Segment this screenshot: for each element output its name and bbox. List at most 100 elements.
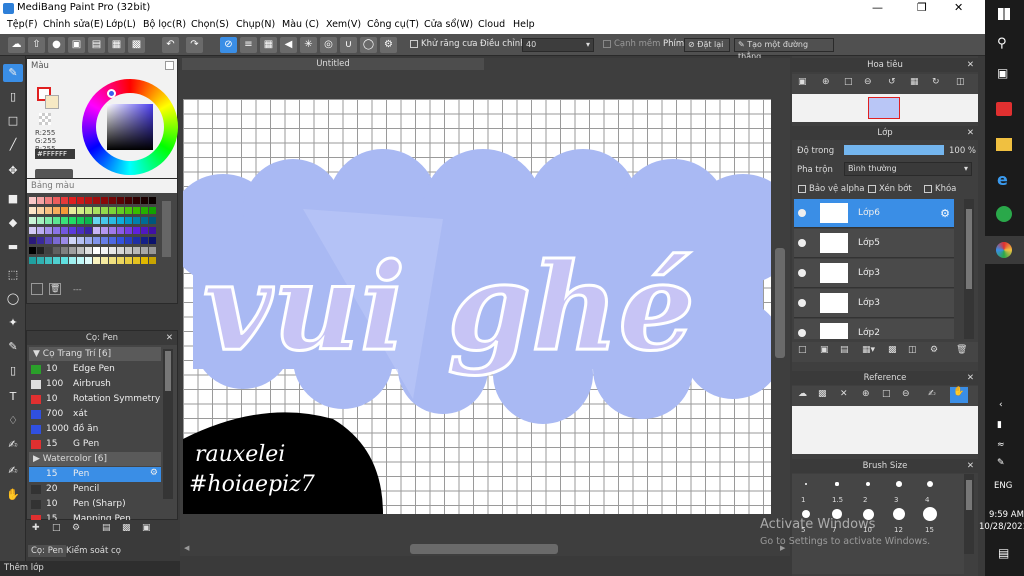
menu-select[interactable]: Chọn(S): [191, 19, 229, 30]
palette-swatch[interactable]: [141, 217, 148, 224]
flip-icon[interactable]: ◫: [956, 77, 965, 87]
palette-swatch[interactable]: [37, 197, 44, 204]
palette-swatch[interactable]: [85, 217, 92, 224]
brush-item[interactable]: 15 G Pen: [29, 437, 161, 452]
palette-swatch[interactable]: [69, 197, 76, 204]
palette-swatch[interactable]: [109, 237, 116, 244]
close-icon[interactable]: ✕: [967, 58, 974, 72]
close-icon[interactable]: ✕: [967, 371, 974, 385]
notification-icon[interactable]: ▤: [998, 546, 1009, 560]
menu-capture[interactable]: Chụp(N): [236, 19, 275, 30]
palette-swatch[interactable]: [85, 227, 92, 234]
clip-option[interactable]: Xén bớt: [868, 184, 912, 194]
brush-item[interactable]: 10 Pen (Sharp): [29, 497, 161, 512]
brush-item[interactable]: 20 Pencil: [29, 482, 161, 497]
palette-swatch[interactable]: [109, 247, 116, 254]
zoom-in-icon[interactable]: ⊕: [822, 77, 830, 87]
brush-item[interactable]: 1000 đồ ăn: [29, 422, 161, 437]
palette-swatch[interactable]: [133, 237, 140, 244]
palette-swatch[interactable]: [77, 207, 84, 214]
move-tool-icon[interactable]: ✥: [3, 162, 23, 180]
add-brush-icon[interactable]: ✚: [32, 523, 40, 533]
palette-swatch[interactable]: [77, 197, 84, 204]
layer-row[interactable]: Lớp5: [794, 229, 954, 258]
merge-icon[interactable]: ◫: [908, 345, 917, 355]
close-icon[interactable]: ✕: [166, 331, 173, 345]
search-icon[interactable]: ⚲: [997, 36, 1007, 51]
brush-item[interactable]: 15 Pen ⚙: [29, 467, 161, 482]
palette-swatch[interactable]: [141, 237, 148, 244]
zoom-out-icon[interactable]: ⊖: [864, 77, 872, 87]
palette-swatch[interactable]: [101, 237, 108, 244]
copy-brush-icon[interactable]: □: [52, 523, 61, 533]
layer-scrollbar[interactable]: [964, 199, 974, 339]
menu-cloud[interactable]: Cloud: [478, 19, 505, 30]
redo-icon[interactable]: ↷: [186, 37, 203, 53]
fit-window-icon[interactable]: ▦: [910, 77, 919, 87]
palette-more[interactable]: ---: [73, 285, 82, 294]
wifi-icon[interactable]: ≈: [997, 440, 1005, 450]
palette-swatch[interactable]: [133, 257, 140, 264]
settings-icon[interactable]: ⚙: [380, 37, 397, 53]
fill-rect-tool-icon[interactable]: ■: [3, 190, 23, 208]
hand-tool-icon[interactable]: ✋: [3, 486, 23, 504]
palette-swatch[interactable]: [29, 217, 36, 224]
folder-icon[interactable]: [996, 138, 1012, 151]
doc-icon[interactable]: ▤: [88, 37, 105, 53]
saturation-square[interactable]: [107, 104, 153, 150]
delete-palette-icon[interactable]: 🗑: [49, 283, 61, 295]
eyedropper-icon[interactable]: ✍: [3, 462, 23, 480]
brush-size-dot[interactable]: [865, 481, 871, 487]
palette-swatch[interactable]: [61, 207, 68, 214]
cloud-icon[interactable]: ☁: [798, 389, 807, 399]
bucket-tool-icon[interactable]: ◆: [3, 214, 23, 232]
palette-swatch[interactable]: [109, 197, 116, 204]
palette-swatch[interactable]: [85, 207, 92, 214]
edge-checkbox[interactable]: [603, 39, 611, 48]
snap-circle-icon[interactable]: ◎: [320, 37, 337, 53]
palette-swatch[interactable]: [149, 197, 156, 204]
reset-button[interactable]: ⊘ Đặt lại: [684, 38, 730, 52]
palette-swatch[interactable]: [125, 247, 132, 254]
palette-swatch[interactable]: [37, 217, 44, 224]
palette-swatch[interactable]: [133, 207, 140, 214]
lock-option[interactable]: Khóa: [924, 184, 956, 194]
menu-view[interactable]: Xem(V): [326, 19, 361, 30]
palette-swatch[interactable]: [125, 227, 132, 234]
layer-row[interactable]: Lớp6 ⚙: [794, 199, 954, 228]
new-layer-icon[interactable]: □: [798, 345, 807, 355]
dropper-tool-icon[interactable]: ✍: [3, 436, 23, 454]
palette-swatch[interactable]: [117, 207, 124, 214]
gear-icon[interactable]: ⚙: [940, 207, 950, 220]
palette-swatch[interactable]: [37, 257, 44, 264]
antialias-checkbox[interactable]: [410, 39, 418, 48]
palette-swatch[interactable]: [133, 217, 140, 224]
copy-layer-icon[interactable]: ▤: [840, 345, 849, 355]
brush-size-dot[interactable]: [835, 482, 839, 486]
create-line-button[interactable]: ✎ Tạo một đường thẳng: [734, 38, 834, 61]
medibang-taskbar-icon[interactable]: [996, 242, 1012, 258]
zoom-actual-icon[interactable]: □: [844, 77, 853, 87]
palette-swatch[interactable]: [45, 207, 52, 214]
palette-swatch[interactable]: [109, 257, 116, 264]
zoom-out-icon[interactable]: ⊖: [902, 389, 910, 399]
palette-swatch[interactable]: [109, 207, 116, 214]
document-tab[interactable]: Untitled: [182, 58, 484, 70]
palette-swatch[interactable]: [37, 207, 44, 214]
menu-window[interactable]: Cửa sổ(W): [424, 19, 473, 30]
visibility-icon[interactable]: [798, 299, 806, 307]
palette-swatch[interactable]: [125, 207, 132, 214]
select-rect-icon[interactable]: ⬚: [3, 266, 23, 284]
pen-icon[interactable]: ✎: [997, 458, 1005, 468]
palette-swatch[interactable]: [85, 197, 92, 204]
brush-size-dot[interactable]: [896, 481, 902, 487]
windows-start-icon[interactable]: [998, 8, 1010, 20]
transparent-swatch[interactable]: [39, 113, 51, 125]
menu-color[interactable]: Màu (C): [282, 19, 319, 30]
gear-icon[interactable]: ⚙: [150, 468, 158, 478]
brush-size-dot[interactable]: [923, 507, 937, 521]
brush-item[interactable]: 10 Rotation Symmetry: [29, 392, 161, 407]
palette-swatch[interactable]: [93, 227, 100, 234]
new-layer-color-icon[interactable]: ▣: [820, 345, 829, 355]
palette-swatch[interactable]: [109, 227, 116, 234]
